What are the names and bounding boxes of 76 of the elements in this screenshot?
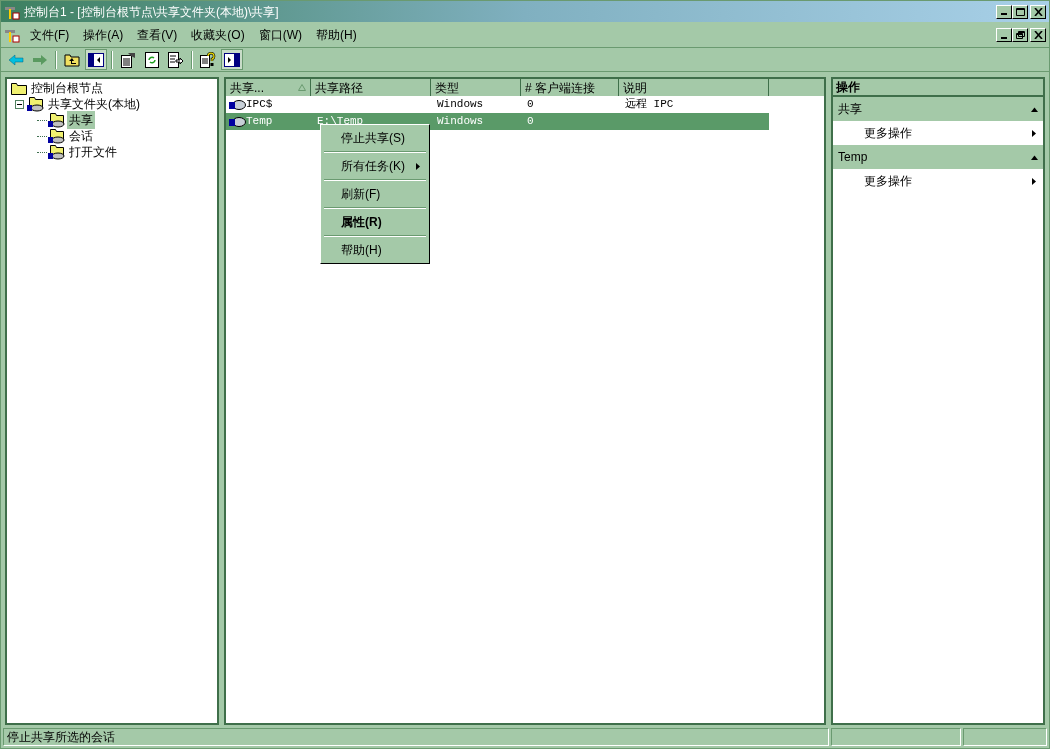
table-cell-text: Windows: [437, 97, 484, 113]
action-item[interactable]: 更多操作: [833, 121, 1043, 145]
close-icon: [1033, 31, 1043, 39]
column-header[interactable]: 说明: [619, 79, 769, 96]
folder-icon: [11, 81, 27, 95]
action-item[interactable]: 更多操作: [833, 169, 1043, 193]
table-cell-text: 0: [527, 114, 534, 130]
tree-item[interactable]: 共享文件夹(本地): [46, 95, 142, 113]
shared-folder-icon: [48, 144, 65, 160]
menu-item[interactable]: 帮助(H): [323, 239, 427, 261]
action-group-header[interactable]: Temp: [833, 145, 1043, 169]
table-cell-text: Windows: [437, 114, 484, 130]
minimize-button[interactable]: [996, 4, 1012, 19]
table-cell-text: IPC$: [246, 97, 273, 113]
maximize-button[interactable]: [1012, 4, 1028, 19]
collapse-arrow-icon: [1031, 153, 1038, 161]
panel-toggle-icon: [88, 52, 104, 67]
menu-item[interactable]: 刷新(F): [323, 183, 427, 205]
pane-title: 操作: [836, 79, 860, 96]
minus-icon: [17, 101, 22, 107]
menu-item[interactable]: 属性(R): [323, 211, 427, 233]
help-icon: [200, 51, 216, 68]
tree-item[interactable]: 会话: [67, 127, 95, 145]
properties-icon: [120, 51, 136, 68]
column-header[interactable]: 共享...: [226, 79, 311, 96]
column-header[interactable]: # 客户端连接: [521, 79, 619, 96]
shared-folder-icon: [48, 112, 65, 128]
refresh-icon: [145, 51, 159, 68]
submenu-arrow-icon: [1030, 177, 1037, 185]
menu-item[interactable]: 文件(F): [30, 26, 70, 44]
close-icon: [1033, 7, 1043, 16]
minimize-icon: [1001, 36, 1007, 39]
menu-item[interactable]: 所有任务(K): [323, 155, 427, 177]
table-cell-text: 远程 IPC: [625, 97, 674, 113]
menu-item[interactable]: 查看(V): [137, 26, 178, 44]
minimize-icon: [1001, 13, 1007, 15]
close-button[interactable]: [1030, 4, 1046, 19]
shared-folder-icon: [27, 96, 44, 112]
sort-arrow-icon: [298, 84, 306, 91]
menu-item[interactable]: 窗口(W): [258, 26, 302, 44]
submenu-arrow-icon: [1030, 129, 1037, 137]
restore-button[interactable]: [1012, 28, 1028, 42]
table-row[interactable]: IPC$ Windows 0 远程 IPC: [226, 96, 769, 113]
column-header[interactable]: 共享路径: [311, 79, 431, 96]
action-group-header[interactable]: 共享: [833, 97, 1043, 121]
shared-folder-icon: [48, 128, 65, 144]
table-cell-text: Temp: [246, 114, 273, 130]
restore-icon: [1015, 31, 1025, 39]
menu-item[interactable]: 收藏夹(O): [191, 26, 245, 44]
window-title: 控制台1 - [控制台根节点\共享文件夹(本地)\共享]: [24, 3, 280, 21]
export-list-icon: [168, 51, 184, 68]
table-cell-text: E:\Temp: [317, 114, 364, 130]
maximize-icon: [1015, 7, 1025, 16]
panel-toggle-icon: [224, 52, 240, 67]
menu-item[interactable]: 停止共享(S): [323, 127, 427, 149]
status-text: 停止共享所选的会话: [7, 729, 115, 746]
menu-item[interactable]: 帮助(H): [316, 26, 357, 44]
minimize-button[interactable]: [996, 28, 1012, 42]
tree-item[interactable]: 控制台根节点: [29, 79, 105, 97]
folder-up-icon: [64, 52, 80, 67]
submenu-arrow-icon: [414, 162, 421, 170]
forward-arrow-icon: [32, 53, 48, 66]
toolbar-button[interactable]: [85, 49, 107, 70]
toolbar-button[interactable]: [221, 49, 243, 70]
expand-toggle[interactable]: [15, 99, 24, 109]
back-arrow-icon: [8, 53, 24, 66]
table-cell-text: 0: [527, 97, 534, 113]
tree-item[interactable]: 打开文件: [67, 143, 119, 161]
tree-item[interactable]: 共享: [67, 111, 95, 129]
menu-item[interactable]: 操作(A): [83, 26, 124, 44]
share-icon: [229, 98, 246, 111]
hammer-icon: [4, 27, 20, 43]
column-header[interactable]: 类型: [431, 79, 521, 96]
collapse-arrow-icon: [1031, 105, 1038, 113]
close-button[interactable]: [1030, 28, 1046, 42]
share-icon: [229, 115, 246, 128]
